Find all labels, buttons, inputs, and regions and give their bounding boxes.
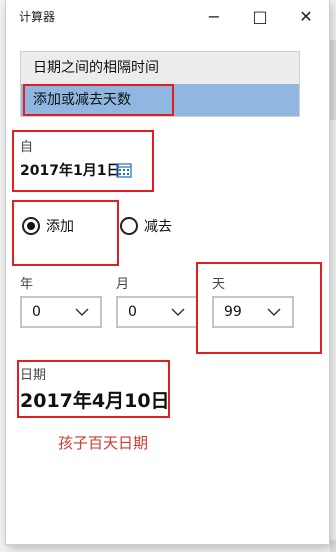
option-difference-between-dates[interactable]: 日期之间的相隔时间 (21, 52, 299, 84)
window-title: 计算器 (19, 10, 56, 24)
chevron-down-icon (75, 308, 89, 316)
title-bar: 计算器 − □ ✕ (6, 0, 329, 32)
years-value: 0 (32, 304, 41, 320)
chevron-down-icon (171, 308, 185, 316)
months-select[interactable]: 0 (116, 296, 198, 328)
close-button[interactable]: ✕ (283, 0, 329, 32)
subtract-radio[interactable]: 减去 (120, 216, 172, 236)
minimize-button[interactable]: − (191, 0, 237, 32)
radio-unselected-icon[interactable] (120, 217, 138, 235)
background-divider (330, 540, 336, 552)
subtract-radio-label: 减去 (144, 219, 172, 235)
annotation-note: 孩子百天日期 (58, 434, 149, 452)
annotation-box-add (12, 200, 119, 266)
annotation-box-from (12, 130, 154, 192)
years-label: 年 (20, 277, 34, 292)
annotation-box-days (196, 262, 322, 354)
months-value: 0 (128, 304, 137, 320)
annotation-box-result (17, 360, 170, 418)
annotation-box-mode (23, 84, 174, 116)
months-label: 月 (116, 277, 130, 292)
calculator-window: 计算器 − □ ✕ 日期之间的相隔时间 添加或减去天数 自 2017年1月1日 … (6, 0, 329, 544)
background-divider (330, 40, 336, 120)
years-select[interactable]: 0 (20, 296, 102, 328)
maximize-button[interactable]: □ (237, 0, 283, 32)
